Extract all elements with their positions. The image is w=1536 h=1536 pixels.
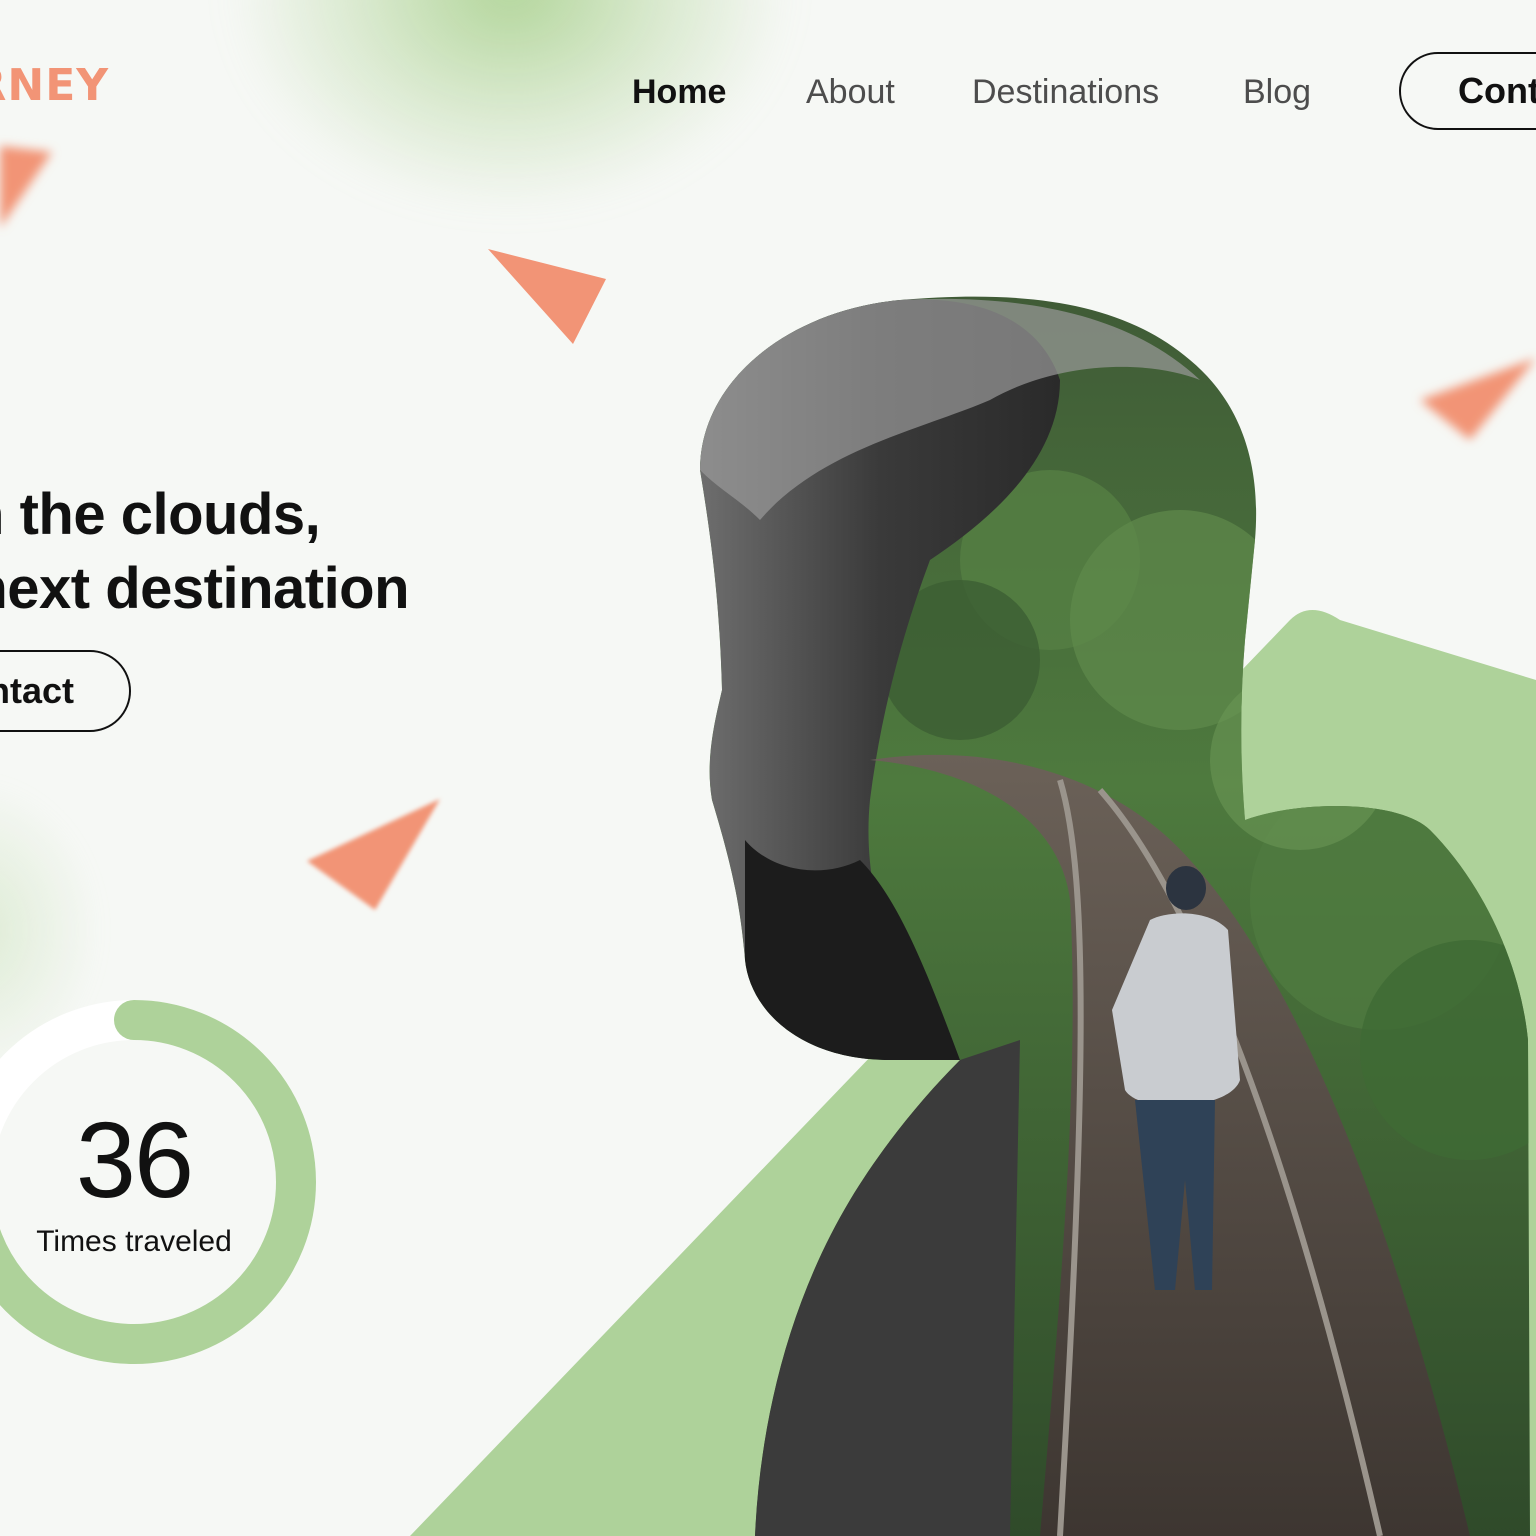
contact-button-nav-label: Contact: [1458, 70, 1536, 111]
green-backdrop-shape: [410, 610, 1536, 1536]
top-navigation: Home About Destinations Blog: [0, 72, 1536, 112]
nav-item-about[interactable]: About: [806, 72, 895, 112]
stat-label: Times traveled: [36, 1225, 232, 1258]
hero-headline-line1: Head in the clouds,: [0, 482, 321, 547]
hero-headline-line2: Off to the next destination: [0, 556, 410, 621]
contact-button-nav[interactable]: Contact: [1399, 52, 1536, 130]
contact-button-hero-label: Contact: [0, 670, 74, 711]
nav-item-home[interactable]: Home: [632, 72, 726, 112]
nav-item-blog[interactable]: Blog: [1243, 72, 1311, 112]
landing-page: JOURNEY Home About Destinations Blog Con…: [0, 0, 1536, 1536]
coral-triangle-topleft: [0, 146, 52, 228]
coral-triangle-mid: [307, 799, 440, 910]
coral-triangle-top: [488, 249, 606, 344]
contact-button-hero[interactable]: Contact: [0, 650, 131, 732]
hero-headline: Head in the clouds, Off to the next dest…: [0, 478, 410, 626]
nav-item-destinations[interactable]: Destinations: [972, 72, 1159, 112]
stat-number: 36: [75, 1099, 194, 1220]
coral-triangle-right: [1420, 358, 1536, 440]
